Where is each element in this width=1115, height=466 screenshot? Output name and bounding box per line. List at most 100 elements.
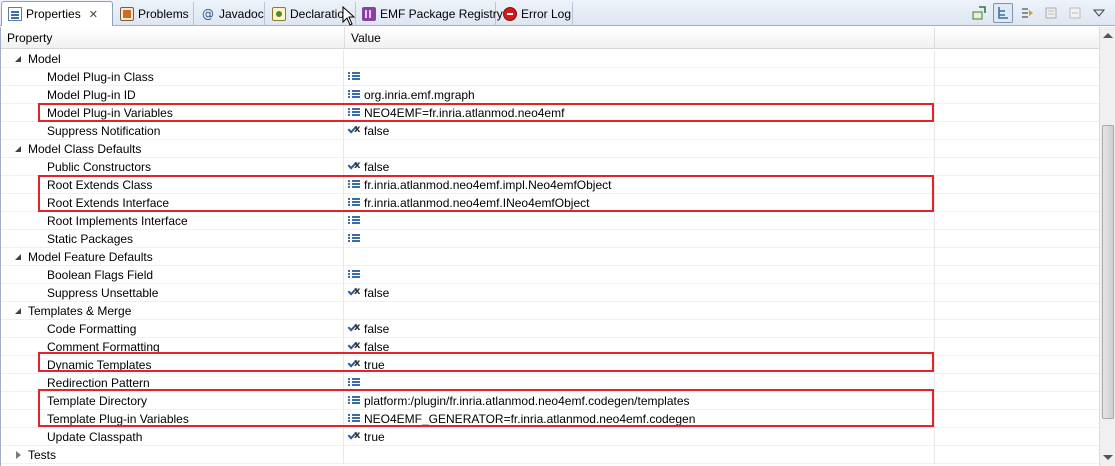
value-cell[interactable]: true bbox=[345, 355, 935, 374]
tab-problems[interactable]: Problems bbox=[114, 2, 194, 26]
category-row[interactable]: Model Class Defaults bbox=[1, 140, 1100, 158]
property-cell: Public Constructors bbox=[1, 158, 344, 176]
property-value: org.inria.emf.mgraph bbox=[364, 88, 475, 102]
value-cell[interactable]: platform:/plugin/fr.inria.atlanmod.neo4e… bbox=[345, 392, 935, 410]
value-cell[interactable]: fr.inria.atlanmod.neo4emf.impl.Neo4emfOb… bbox=[345, 176, 935, 194]
value-cell[interactable]: false bbox=[345, 337, 935, 356]
value-cell[interactable] bbox=[345, 248, 935, 266]
table-row[interactable]: Root Extends Class fr.inria.atlanmod.neo4… bbox=[1, 176, 1100, 194]
expand-triangle-icon[interactable] bbox=[15, 254, 21, 260]
mouse-cursor-icon bbox=[342, 6, 356, 26]
boolean-value-icon bbox=[348, 337, 360, 355]
table-row[interactable]: Code Formatting false bbox=[1, 319, 1100, 338]
value-cell[interactable]: true bbox=[345, 427, 935, 446]
empty-cell bbox=[935, 374, 1100, 392]
property-label: Comment Formatting bbox=[47, 340, 160, 354]
value-cell[interactable]: false bbox=[345, 283, 935, 302]
value-cell[interactable] bbox=[345, 212, 935, 230]
value-cell[interactable] bbox=[345, 230, 935, 248]
tab-label: EMF Package Registry bbox=[380, 7, 503, 21]
value-cell[interactable]: NEO4EMF=fr.inria.atlanmod.neo4emf bbox=[345, 104, 935, 122]
table-row[interactable]: Model Plug-in Class bbox=[1, 68, 1100, 86]
table-row[interactable]: Boolean Flags Field bbox=[1, 266, 1100, 284]
view-menu-button[interactable] bbox=[1089, 3, 1109, 23]
empty-cell bbox=[935, 356, 1100, 374]
close-tab-icon[interactable]: ✕ bbox=[89, 8, 98, 21]
expand-triangle-icon[interactable] bbox=[15, 56, 21, 62]
view-menu-icon bbox=[1093, 9, 1105, 17]
empty-cell bbox=[935, 248, 1100, 266]
value-cell[interactable]: NEO4EMF_GENERATOR=fr.inria.atlanmod.neo4… bbox=[345, 410, 935, 428]
empty-cell bbox=[935, 284, 1100, 302]
property-label: Root Implements Interface bbox=[47, 214, 188, 228]
tab-emf-package-registry[interactable]: EMF Package Registry bbox=[356, 2, 503, 26]
table-row[interactable]: Model Plug-in Variables NEO4EMF=fr.inria.… bbox=[1, 104, 1100, 122]
vertical-scrollbar[interactable] bbox=[1099, 27, 1115, 466]
property-label: Static Packages bbox=[47, 232, 134, 246]
property-cell: Templates & Merge bbox=[1, 302, 344, 320]
category-row[interactable]: Templates & Merge bbox=[1, 302, 1100, 320]
tab-label: Properties bbox=[26, 7, 81, 21]
table-row[interactable]: Static Packages bbox=[1, 230, 1100, 248]
property-cell: Template Directory bbox=[1, 392, 344, 410]
category-row[interactable]: Tests bbox=[1, 446, 1100, 464]
scroll-up-arrow-icon[interactable] bbox=[1103, 33, 1113, 38]
scroll-down-arrow-icon[interactable] bbox=[1103, 455, 1113, 460]
value-cell[interactable]: false bbox=[345, 157, 935, 176]
restore-default-button[interactable] bbox=[1065, 3, 1085, 23]
value-cell[interactable] bbox=[345, 446, 935, 464]
property-cell: Model Plug-in ID bbox=[1, 86, 344, 104]
pin-button[interactable] bbox=[969, 3, 989, 23]
table-row[interactable]: Redirection Pattern bbox=[1, 374, 1100, 392]
property-label: Root Extends Class bbox=[47, 178, 153, 192]
tab-properties[interactable]: Properties ✕ bbox=[1, 1, 113, 26]
value-cell[interactable] bbox=[345, 302, 935, 320]
category-row[interactable]: Model Feature Defaults bbox=[1, 248, 1100, 266]
table-row[interactable]: Model Plug-in ID org.inria.emf.mgraph bbox=[1, 86, 1100, 104]
property-value: fr.inria.atlanmod.neo4emf.impl.Neo4emfOb… bbox=[364, 178, 612, 192]
table-row[interactable]: Suppress Notification false bbox=[1, 121, 1100, 140]
table-row[interactable]: Update Classpath true bbox=[1, 427, 1100, 446]
empty-cell bbox=[935, 194, 1100, 212]
collapse-triangle-icon[interactable] bbox=[16, 451, 21, 459]
expand-triangle-icon[interactable] bbox=[15, 146, 21, 152]
column-header-property[interactable]: Property bbox=[1, 27, 345, 49]
value-cell[interactable] bbox=[345, 374, 935, 392]
column-header-value[interactable]: Value bbox=[345, 27, 935, 49]
category-row[interactable]: Model bbox=[1, 50, 1100, 68]
property-cell: Model Feature Defaults bbox=[1, 248, 344, 266]
value-cell[interactable]: org.inria.emf.mgraph bbox=[345, 86, 935, 104]
show-categories-button[interactable] bbox=[993, 3, 1013, 23]
table-row[interactable]: Root Implements Interface bbox=[1, 212, 1100, 230]
table-row[interactable]: Template Plug-in Variables NEO4EMF_GENERA… bbox=[1, 410, 1100, 428]
property-value: platform:/plugin/fr.inria.atlanmod.neo4e… bbox=[364, 394, 690, 408]
table-row[interactable]: Root Extends Interface fr.inria.atlanmod.… bbox=[1, 194, 1100, 212]
empty-cell bbox=[935, 338, 1100, 356]
tab-javadoc[interactable]: @ Javadoc bbox=[195, 2, 265, 26]
property-label: Boolean Flags Field bbox=[47, 268, 154, 282]
property-cell: Boolean Flags Field bbox=[1, 266, 344, 284]
show-advanced-button[interactable] bbox=[1017, 3, 1037, 23]
value-cell[interactable] bbox=[345, 50, 935, 68]
table-row[interactable]: Public Constructors false bbox=[1, 157, 1100, 176]
value-cell[interactable]: false bbox=[345, 319, 935, 338]
category-label: Model Feature Defaults bbox=[28, 250, 153, 264]
tab-error-log[interactable]: Error Log bbox=[497, 2, 573, 26]
empty-cell bbox=[935, 320, 1100, 338]
empty-cell bbox=[935, 122, 1100, 140]
value-cell[interactable] bbox=[345, 68, 935, 86]
table-row[interactable]: Template Directory platform:/plugin/fr.in… bbox=[1, 392, 1100, 410]
value-cell[interactable] bbox=[345, 266, 935, 284]
table-row[interactable]: Suppress Unsettable false bbox=[1, 283, 1100, 302]
value-cell[interactable] bbox=[345, 140, 935, 158]
value-cell[interactable]: fr.inria.atlanmod.neo4emf.INeo4emfObject bbox=[345, 194, 935, 212]
filter-button[interactable] bbox=[1041, 3, 1061, 23]
table-row[interactable]: Comment Formatting false bbox=[1, 337, 1100, 356]
property-cell: Template Plug-in Variables bbox=[1, 410, 344, 428]
boolean-value-icon bbox=[348, 355, 360, 373]
property-value: true bbox=[364, 430, 385, 444]
table-row[interactable]: Dynamic Templates true bbox=[1, 355, 1100, 374]
value-cell[interactable]: false bbox=[345, 121, 935, 140]
scrollbar-thumb[interactable] bbox=[1102, 125, 1114, 419]
expand-triangle-icon[interactable] bbox=[15, 308, 21, 314]
